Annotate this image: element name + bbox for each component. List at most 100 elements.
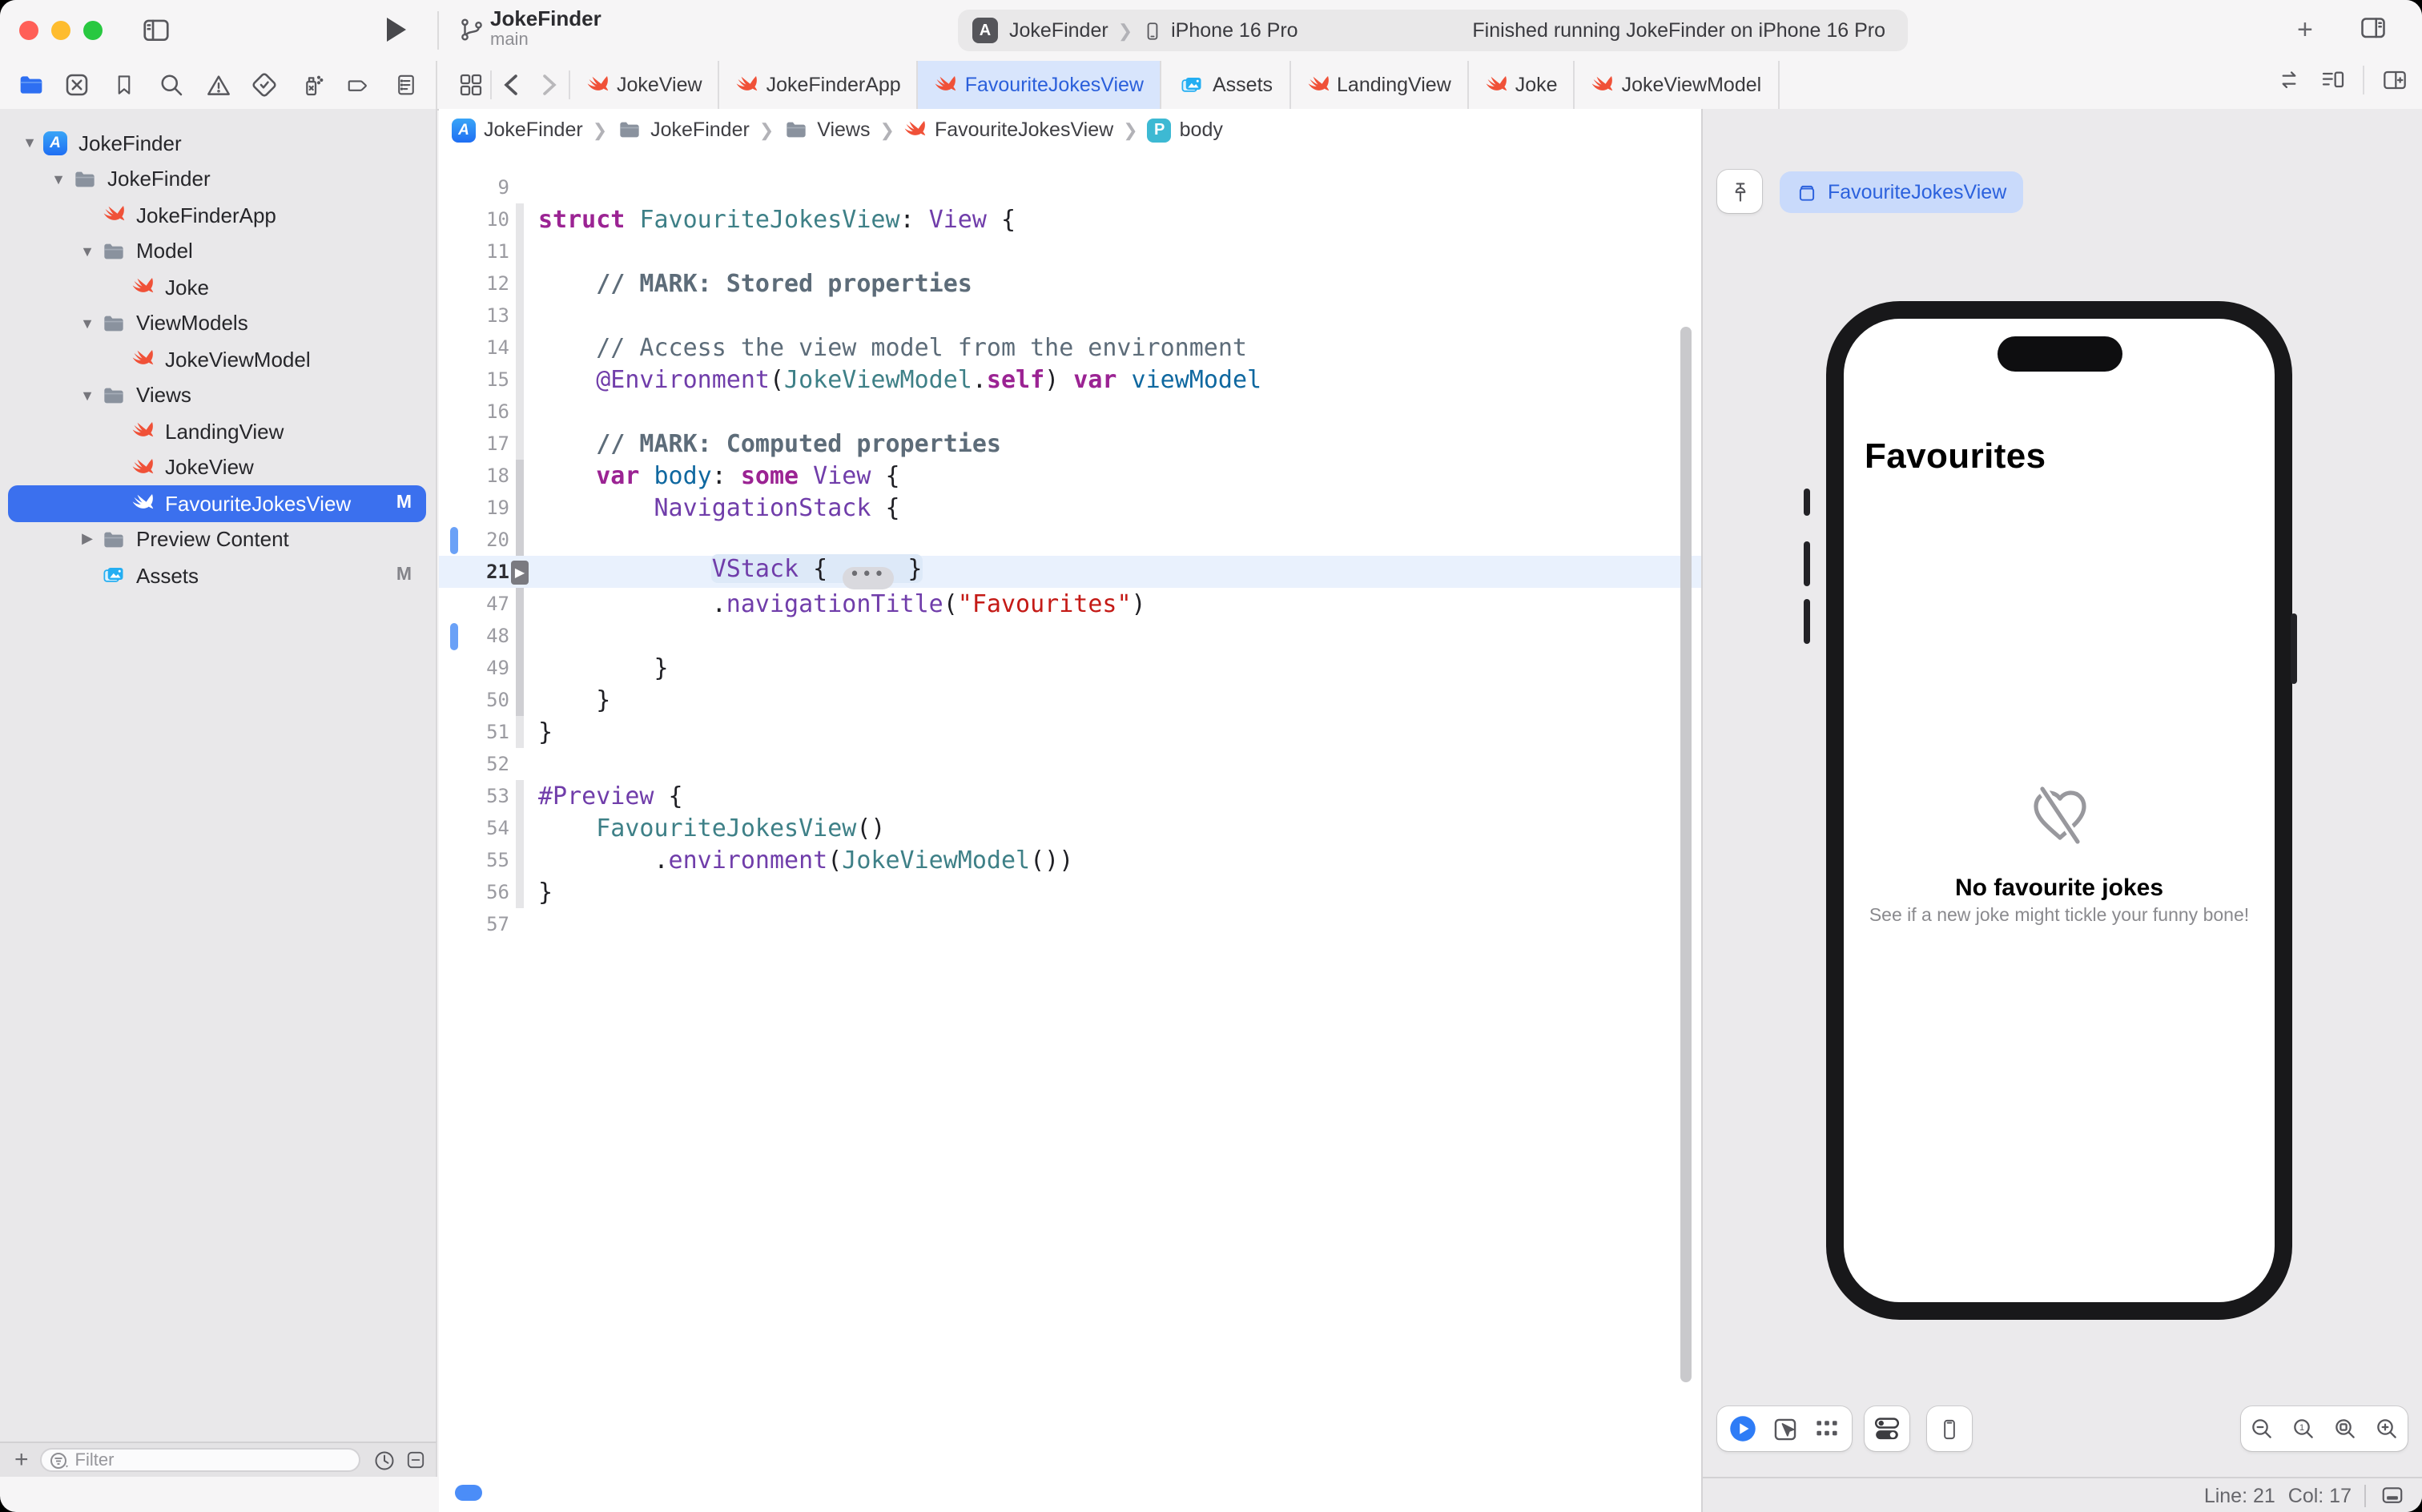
disclosure-open-icon[interactable]: ▼	[18, 135, 42, 151]
device-settings-button[interactable]	[1865, 1406, 1909, 1451]
code-line-53[interactable]: 53#Preview {	[439, 780, 1701, 812]
tab-JokeView[interactable]: JokeView	[570, 61, 720, 109]
code-line-20[interactable]: 20	[439, 524, 1701, 556]
zoom-window-button[interactable]	[83, 21, 103, 40]
show-source-control-status-button[interactable]	[405, 1450, 426, 1470]
zoom-out-button[interactable]	[2243, 1409, 2281, 1448]
tab-JokeViewModel[interactable]: JokeViewModel	[1575, 61, 1780, 109]
disclosure-open-icon[interactable]: ▼	[75, 388, 99, 404]
code-line-50[interactable]: 50}	[439, 684, 1701, 716]
navigator-tab-bookmarks[interactable]	[107, 67, 142, 103]
scheme-status-pill[interactable]: A JokeFinder ❯ iPhone 16 Pro Finished ru…	[958, 10, 1908, 51]
navigator-tab-issues[interactable]	[200, 67, 235, 103]
scheme-project[interactable]: JokeFinder	[1009, 19, 1108, 42]
editor-options-button[interactable]	[2319, 67, 2347, 93]
sidebar-item-FavouriteJokesView[interactable]: FavouriteJokesViewM	[8, 485, 426, 521]
show-recent-files-button[interactable]	[373, 1449, 396, 1471]
code-line-21[interactable]: 21▶VStack { ••• }	[439, 556, 1701, 588]
zoom-100-button[interactable]: 1	[2284, 1409, 2323, 1448]
run-button[interactable]	[384, 16, 408, 43]
navigator-tab-project-navigator[interactable]	[13, 67, 48, 103]
live-preview-button[interactable]	[1728, 1414, 1757, 1443]
sidebar-item-Assets[interactable]: AssetsM	[8, 557, 426, 593]
code-line-54[interactable]: 54FavouriteJokesView()	[439, 812, 1701, 844]
selectable-mode-button[interactable]	[1772, 1415, 1799, 1442]
add-editor-button[interactable]	[2380, 67, 2409, 93]
code-line-49[interactable]: 49}	[439, 652, 1701, 684]
code-line-12[interactable]: 12// MARK: Stored properties	[439, 267, 1701, 300]
code-line-13[interactable]: 13	[439, 300, 1701, 332]
preview-target-pill[interactable]: FavouriteJokesView	[1780, 171, 2022, 213]
iphone-preview[interactable]: Favourites No favourite jokes See if a n…	[1826, 301, 2292, 1320]
code-line-11[interactable]: 11	[439, 235, 1701, 267]
source-code[interactable]: 910struct FavouriteJokesView: View {1112…	[439, 151, 1701, 1477]
tab-JokeFinderApp[interactable]: JokeFinderApp	[720, 61, 919, 109]
sidebar-item-Model[interactable]: ▼Model	[8, 233, 426, 269]
navigator-tab-find[interactable]	[154, 67, 189, 103]
code-line-48[interactable]: 48	[439, 620, 1701, 652]
breadcrumb-item-body[interactable]: Pbody	[1148, 118, 1223, 142]
code-line-55[interactable]: 55.environment(JokeViewModel())	[439, 844, 1701, 876]
breadcrumb-item-JokeFinder[interactable]: AJokeFinder	[452, 118, 583, 142]
fold-marker-icon[interactable]: ▶	[511, 560, 529, 584]
code-line-16[interactable]: 16	[439, 396, 1701, 428]
code-line-19[interactable]: 19NavigationStack {	[439, 492, 1701, 524]
close-window-button[interactable]	[19, 21, 38, 40]
minimize-window-button[interactable]	[51, 21, 70, 40]
code-line-18[interactable]: 18var body: some View {	[439, 460, 1701, 492]
tab-FavouriteJokesView[interactable]: FavouriteJokesView	[919, 61, 1161, 109]
sidebar-item-Joke[interactable]: Joke	[8, 269, 426, 305]
code-line-47[interactable]: 47.navigationTitle("Favourites")	[439, 588, 1701, 620]
code-line-10[interactable]: 10struct FavouriteJokesView: View {	[439, 203, 1701, 235]
breadcrumb-item-FavouriteJokesView[interactable]: FavouriteJokesView	[904, 119, 1113, 141]
sidebar-item-JokeViewModel[interactable]: JokeViewModel	[8, 341, 426, 377]
editor-scrollbar[interactable]	[1680, 327, 1692, 1382]
disclosure-open-icon[interactable]: ▼	[46, 171, 70, 187]
pin-preview-button[interactable]	[1717, 170, 1762, 213]
tab-LandingView[interactable]: LandingView	[1290, 61, 1469, 109]
sidebar-item-JokeFinder[interactable]: ▼JokeFinder	[8, 161, 426, 197]
navigator-tab-source-control[interactable]	[60, 67, 95, 103]
back-button[interactable]	[492, 66, 530, 104]
code-line-15[interactable]: 15@Environment(JokeViewModel.self) var v…	[439, 364, 1701, 396]
toggle-right-sidebar-button[interactable]	[2358, 13, 2388, 42]
sidebar-item-JokeFinderApp[interactable]: JokeFinderApp	[8, 197, 426, 233]
add-file-button[interactable]: +	[14, 1452, 29, 1468]
disclosure-open-icon[interactable]: ▼	[75, 243, 99, 259]
breadcrumb-item-JokeFinder[interactable]: JokeFinder	[617, 119, 750, 141]
navigator-tab-breakpoints[interactable]	[341, 67, 376, 103]
variants-mode-button[interactable]	[1813, 1418, 1841, 1440]
code-line-51[interactable]: 51}	[439, 716, 1701, 748]
sidebar-item-LandingView[interactable]: LandingView	[8, 413, 426, 449]
code-line-57[interactable]: 57	[439, 908, 1701, 940]
code-line-52[interactable]: 52	[439, 748, 1701, 780]
navigator-tab-tests[interactable]	[247, 67, 283, 103]
navigator-tab-reports[interactable]	[388, 67, 423, 103]
disclosure-open-icon[interactable]: ▼	[75, 316, 99, 332]
new-tab-button[interactable]: +	[2297, 14, 2313, 46]
hide-canvas-button[interactable]	[2379, 1483, 2406, 1507]
preview-device-button[interactable]	[1927, 1406, 1972, 1451]
code-line-56[interactable]: 56}	[439, 876, 1701, 908]
disclosure-closed-icon[interactable]: ▶	[75, 531, 99, 549]
scheme-device[interactable]: iPhone 16 Pro	[1171, 19, 1298, 42]
sidebar-item-Preview-Content[interactable]: ▶Preview Content	[8, 521, 426, 557]
zoom-fit-button[interactable]	[2326, 1409, 2364, 1448]
tab-overview-button[interactable]	[452, 66, 490, 104]
code-line-17[interactable]: 17// MARK: Computed properties	[439, 428, 1701, 460]
filter-input[interactable]: Filter	[40, 1448, 360, 1472]
tab-Joke[interactable]: Joke	[1469, 61, 1575, 109]
forward-button[interactable]	[530, 66, 569, 104]
sidebar-item-JokeFinder[interactable]: ▼AJokeFinder	[8, 125, 426, 161]
sidebar-item-ViewModels[interactable]: ▼ViewModels	[8, 305, 426, 341]
code-line-14[interactable]: 14// Access the view model from the envi…	[439, 332, 1701, 364]
tab-Assets[interactable]: Assets	[1161, 61, 1290, 109]
sidebar-item-JokeView[interactable]: JokeView	[8, 449, 426, 485]
breadcrumb-item-Views[interactable]: Views	[783, 119, 870, 141]
navigator-tab-debug[interactable]	[294, 67, 329, 103]
adjust-editor-button[interactable]	[2275, 67, 2303, 93]
toggle-left-sidebar-button[interactable]	[141, 13, 171, 46]
code-line-9[interactable]: 9	[439, 171, 1701, 203]
sidebar-item-Views[interactable]: ▼Views	[8, 377, 426, 413]
zoom-in-button[interactable]	[2368, 1409, 2406, 1448]
